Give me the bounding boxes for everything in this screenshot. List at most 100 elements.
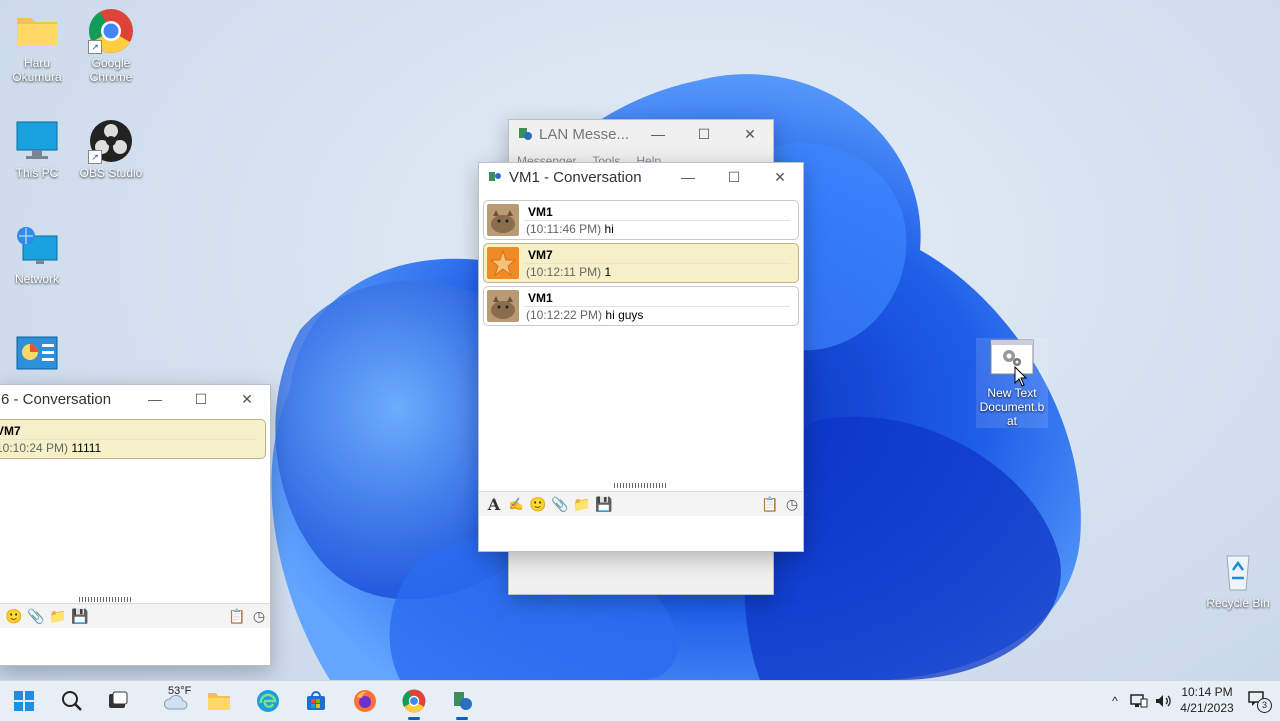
folder-icon [14, 8, 60, 54]
starfish-avatar-icon [487, 247, 519, 279]
network-icon [14, 224, 60, 270]
conversation-toolbar: A ✍ 🙂 📎 📁 💾 📋 ◷ [479, 491, 803, 516]
store-icon [307, 691, 325, 710]
message-text: hi [604, 222, 614, 236]
message-divider [524, 220, 790, 221]
control-panel-icon [14, 332, 60, 378]
notification-count-badge: 3 [1257, 698, 1272, 713]
message-divider [0, 439, 257, 440]
conversation-titlebar[interactable]: VM1 - Conversation — ☐ ✕ [479, 163, 803, 191]
notification-center-button[interactable]: 3 [1248, 691, 1272, 713]
message-sender: VM1 [528, 291, 553, 305]
message-divider [524, 306, 790, 307]
save-icon[interactable]: 💾 [593, 494, 615, 514]
lan-messenger-titlebar[interactable]: LAN Messe... — ☐ ✕ [509, 120, 773, 148]
copy-history-icon[interactable]: 📋 [759, 494, 781, 514]
weather-widget[interactable]: 53°F [152, 685, 200, 717]
send-folder-icon[interactable]: 📁 [47, 606, 69, 626]
send-folder-icon[interactable]: 📁 [571, 494, 593, 514]
font-color-icon[interactable]: ✍ [505, 494, 527, 514]
clock[interactable]: 10:14 PM 4/21/2023 [1174, 684, 1240, 716]
conversation-titlebar[interactable]: 6 - Conversation — ☐ ✕ [0, 385, 270, 413]
desktop-icon-label: OBS Studio [79, 166, 143, 180]
conversation-window-vm6[interactable]: 6 - Conversation — ☐ ✕ VM7 10:10:24 PM) … [0, 384, 271, 666]
message-line: 10:10:24 PM) 11111 [0, 441, 101, 455]
window-title: LAN Messe... [539, 125, 630, 143]
taskbar-file-explorer[interactable] [203, 685, 235, 717]
cat-avatar-icon [487, 204, 519, 236]
desktop-icon-network[interactable]: Network [2, 224, 72, 286]
window-title: 6 - Conversation [1, 390, 112, 408]
taskbar: 53°F ^ 10:14 PM 4/21/2023 3 [0, 680, 1280, 721]
message-history: VM1 (10:11:46 PM) hi VM7 (10:12:11 PM) 1… [479, 191, 803, 326]
obs-icon: ↗ [88, 118, 134, 164]
message-text: 1 [604, 265, 612, 279]
attach-file-icon[interactable]: 📎 [549, 494, 571, 514]
cat-avatar-icon [487, 290, 519, 322]
copy-history-icon[interactable]: 📋 [226, 606, 248, 626]
desktop-icon-label: Network [14, 272, 59, 286]
taskbar-lan-messenger[interactable] [446, 685, 478, 720]
search-button[interactable] [56, 685, 88, 717]
conversation-toolbar: 🙂 📎 📁 💾 📋 ◷ [0, 603, 270, 628]
message-time: (10:12:11 PM) [526, 265, 602, 279]
desktop-icon-recycle-bin[interactable]: Recycle Bin [1202, 548, 1274, 610]
taskbar-edge[interactable] [252, 685, 284, 717]
maximize-button[interactable]: ☐ [681, 120, 727, 148]
message-sender: VM7 [0, 424, 21, 438]
history-icon[interactable]: ◷ [781, 494, 803, 514]
show-hidden-icons-chevron-up-icon[interactable]: ^ [1104, 694, 1126, 708]
desktop-icon-label: Recycle Bin [1206, 596, 1270, 610]
maximize-button[interactable]: ☐ [178, 385, 224, 413]
message-sender: VM7 [528, 248, 553, 262]
close-button[interactable]: ✕ [224, 385, 270, 413]
task-view-icon [109, 691, 128, 708]
message-time: (10:12:22 PM) [526, 308, 603, 322]
minimize-button[interactable]: — [635, 120, 681, 148]
history-icon[interactable]: ◷ [248, 606, 270, 626]
close-button[interactable]: ✕ [727, 120, 773, 148]
weather-temperature: 53°F [168, 685, 192, 697]
desktop-icon-label: Okumura [12, 70, 62, 84]
close-button[interactable]: ✕ [757, 163, 803, 191]
recycle-bin-icon [1215, 548, 1261, 594]
shortcut-arrow-icon: ↗ [88, 40, 102, 54]
desktop-icon-obs-studio[interactable]: ↗ OBS Studio [76, 118, 146, 180]
system-tray: ^ [1104, 681, 1172, 721]
desktop-icon-label: New Text [987, 386, 1037, 400]
save-icon[interactable]: 💾 [69, 606, 91, 626]
message-input[interactable] [0, 628, 270, 665]
lan-messenger-icon [454, 692, 472, 710]
maximize-button[interactable]: ☐ [711, 163, 757, 191]
task-view-button[interactable] [102, 685, 134, 717]
volume-icon[interactable] [1154, 693, 1172, 709]
attach-file-icon[interactable]: 📎 [25, 606, 47, 626]
message-input[interactable] [479, 516, 803, 551]
resize-grip[interactable] [79, 597, 133, 602]
minimize-button[interactable]: — [665, 163, 711, 191]
message-divider [524, 263, 790, 264]
emoticon-icon[interactable]: 🙂 [3, 606, 25, 626]
taskbar-chrome[interactable] [398, 685, 430, 720]
conversation-window-vm1[interactable]: VM1 - Conversation — ☐ ✕ VM1 (10:11:46 P… [478, 162, 804, 552]
start-button[interactable] [8, 685, 40, 717]
desktop-icon-new-text-document-bat[interactable]: New Text Document.b at [976, 338, 1048, 428]
taskbar-store[interactable] [300, 685, 332, 717]
chrome-icon: ↗ [88, 8, 134, 54]
desktop-icon-label: This PC [15, 166, 59, 180]
minimize-button[interactable]: — [132, 385, 178, 413]
message-item: VM7 (10:12:11 PM) 1 [483, 243, 799, 283]
desktop-icon-google-chrome[interactable]: ↗ Google Chrome [76, 8, 146, 84]
desktop-icon-label: Document.b [979, 400, 1045, 414]
desktop-icon-this-pc[interactable]: This PC [2, 118, 72, 180]
desktop-icon-label: Google [91, 56, 131, 70]
resize-grip[interactable] [614, 483, 668, 488]
shortcut-arrow-icon: ↗ [88, 150, 102, 164]
network-status-icon[interactable] [1130, 693, 1148, 709]
taskbar-firefox[interactable] [349, 685, 381, 717]
message-item: VM1 (10:12:22 PM) hi guys [483, 286, 799, 326]
font-icon[interactable]: A [483, 494, 505, 514]
emoticon-icon[interactable]: 🙂 [527, 494, 549, 514]
desktop-icon-user-folder[interactable]: Haru Okumura [2, 8, 72, 84]
desktop-icon-control-panel[interactable] [2, 332, 72, 380]
